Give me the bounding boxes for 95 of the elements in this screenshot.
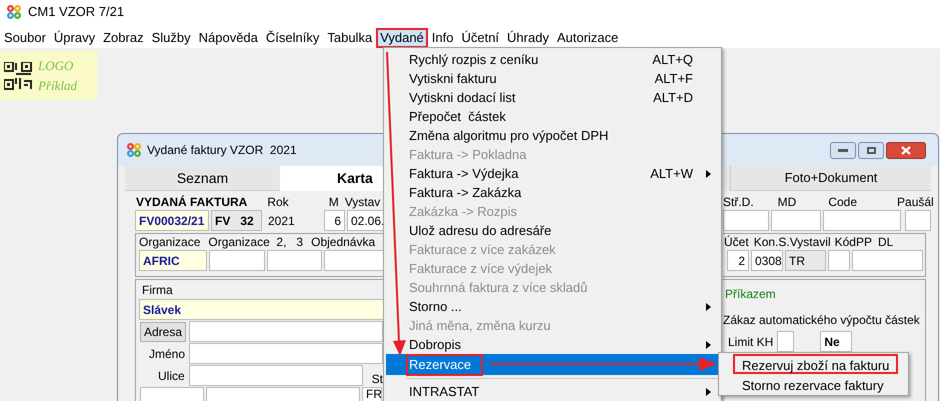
menu-item[interactable]: Účetní (457, 28, 504, 48)
field-label: Paušál (897, 195, 934, 209)
tab[interactable] (723, 166, 731, 191)
tab[interactable]: Seznam (125, 166, 280, 191)
field-label: Kon.S. (754, 235, 790, 249)
auto-calc-label: Zákaz automatického výpočtu částek (723, 312, 921, 329)
input-field[interactable]: 02.06. (347, 210, 385, 231)
tab[interactable]: Foto+Dokument (731, 166, 931, 191)
form-heading: VYDANÁ FAKTURA (136, 195, 248, 209)
logo-text: Příklad (38, 76, 77, 94)
maximize-button[interactable] (858, 142, 884, 158)
menu-item[interactable]: Ulož adresu do adresáře (386, 221, 719, 240)
menu-item[interactable]: Přepočet částek (386, 107, 719, 126)
gears-icon (126, 142, 142, 158)
gears-icon (6, 4, 22, 20)
menu-item[interactable]: Faktura -> Zakázka (386, 183, 719, 202)
field-label: Code (828, 195, 858, 209)
field-label: Organizace 2, (208, 235, 286, 249)
menu-item[interactable]: Služby (148, 28, 195, 48)
input-field[interactable]: AFRIC (139, 250, 207, 271)
input-field[interactable]: 0308 (751, 250, 783, 271)
menu-item[interactable]: Zobraz (99, 28, 148, 48)
input-field[interactable]: FR (362, 387, 382, 401)
input-field[interactable] (852, 250, 923, 271)
input-field[interactable]: FV 32 (211, 210, 262, 231)
menu-item[interactable]: Info (428, 28, 458, 48)
menu-item[interactable]: Storno ... (386, 297, 719, 316)
menu-item[interactable]: Rezervuj zboží na fakturu (733, 354, 898, 374)
menu-item[interactable]: Storno rezervace faktury (733, 374, 893, 394)
menu-item[interactable]: Soubor (0, 28, 50, 48)
menu-item[interactable]: Rezervace (386, 354, 719, 375)
field-label: St (372, 372, 383, 386)
input-field[interactable] (189, 321, 383, 342)
menu-item[interactable]: Vydané (376, 28, 428, 48)
field-label: Vystav (344, 195, 380, 209)
qr-code-icon (4, 62, 32, 90)
field-label: Organizace (139, 235, 200, 249)
input-field[interactable] (723, 210, 769, 231)
input-field[interactable]: FV00032/21 (135, 210, 209, 231)
submenu-arrow-icon (706, 170, 711, 178)
logo-text: LOGO (38, 56, 74, 74)
field-value: 2021 (267, 212, 296, 230)
input-field[interactable]: Ne (820, 331, 852, 352)
input-field[interactable] (189, 343, 383, 364)
menu-item[interactable]: Úhrady (503, 28, 553, 48)
input-field[interactable]: 2 (727, 250, 749, 271)
input-field[interactable] (771, 210, 821, 231)
input-field[interactable] (188, 365, 363, 386)
menu-item[interactable]: Číselníky (262, 28, 324, 48)
menu-item[interactable]: Nápověda (194, 28, 262, 48)
input-field[interactable] (267, 250, 322, 271)
input-field[interactable] (209, 250, 265, 271)
field-label: 3 (296, 235, 304, 249)
input-field[interactable] (828, 250, 850, 271)
field-label: Vystavil (790, 235, 831, 249)
input-field[interactable] (905, 210, 931, 231)
menu-item[interactable]: Rychlý rozpis z ceníku ALT+Q (386, 50, 719, 69)
menu-item[interactable]: Autorizace (552, 28, 622, 48)
tab[interactable]: Karta (280, 166, 383, 191)
field-label: Účet (724, 235, 749, 249)
input-field[interactable]: TR (785, 250, 826, 271)
submenu-arrow-icon (706, 340, 711, 348)
field-label: Limit KH (728, 334, 774, 348)
menu-item[interactable]: INTRASTAT (386, 382, 719, 401)
submenu-arrow-icon (706, 388, 711, 396)
menu-item[interactable]: Změna algoritmu pro výpočet DPH (386, 126, 719, 145)
address-button[interactable]: Adresa (140, 322, 186, 342)
field-label: Jméno (148, 346, 185, 360)
menu-item[interactable]: Dobropis (386, 335, 719, 354)
input-field[interactable] (324, 250, 384, 271)
field-label: Ulice (156, 368, 185, 382)
field-label: M (328, 195, 339, 209)
input-field[interactable]: Slávek (139, 299, 384, 320)
window-title: Vydané faktury VZOR 2021 (147, 142, 297, 159)
close-button[interactable] (886, 142, 926, 158)
payment-method: Příkazem (725, 286, 777, 303)
field-label: KódPP (834, 235, 872, 249)
menu-item[interactable]: Faktura -> Výdejka ALT+W (386, 164, 719, 183)
field-label: MD (778, 195, 796, 209)
menu-item[interactable]: Vytiskni dodací list ALT+D (386, 88, 719, 107)
menu-item[interactable]: Úpravy (50, 28, 100, 48)
minimize-button[interactable] (830, 142, 856, 158)
menu-item[interactable]: Vytiskni fakturu ALT+F (386, 69, 719, 88)
submenu-arrow-icon (706, 302, 711, 310)
input-field[interactable] (777, 331, 794, 352)
window-title: CM1 VZOR 7/21 (28, 3, 124, 22)
menu-item[interactable]: Tabulka (323, 28, 376, 48)
input-field[interactable]: 6 (324, 210, 345, 231)
field-label: DL (878, 235, 894, 249)
field-label: Firma (142, 283, 174, 297)
field-label: Stř.D. (723, 195, 754, 209)
input-field[interactable] (823, 210, 901, 231)
field-label: Rok (267, 195, 289, 209)
close-icon (901, 146, 911, 154)
field-label: Objednávka (311, 235, 376, 249)
